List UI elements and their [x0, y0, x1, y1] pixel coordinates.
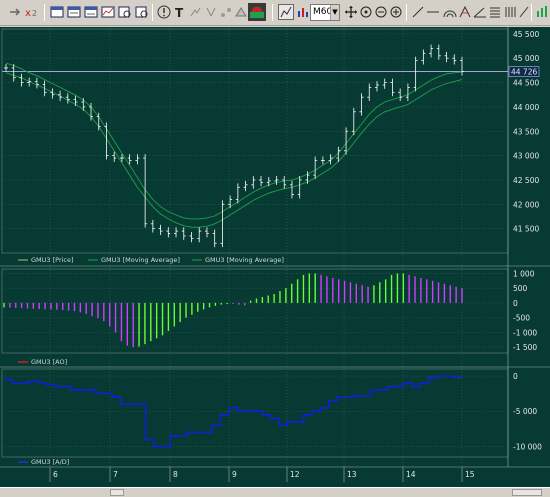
- tools-icon[interactable]: [218, 4, 234, 20]
- market-icon[interactable]: [248, 3, 266, 21]
- chevron-down-icon[interactable]: ▼: [330, 5, 339, 20]
- trading-terminal-window: x2 T M60 ▼ 45 500 45 000 44 500 44 000 4…: [0, 0, 550, 497]
- price-tick-label: 43 500: [513, 127, 539, 136]
- chart-icon[interactable]: [100, 4, 116, 20]
- chart-type-icon[interactable]: [278, 4, 294, 20]
- zoom-in-icon[interactable]: [388, 4, 404, 20]
- window-icon[interactable]: [66, 4, 82, 20]
- time-tick-label: 8: [173, 470, 178, 479]
- price-tick-label: 44 000: [513, 103, 539, 112]
- info-icon[interactable]: [156, 4, 172, 20]
- slash-icon[interactable]: [516, 4, 532, 20]
- tools-icon[interactable]: [233, 4, 249, 20]
- zoom-icon[interactable]: [134, 4, 150, 20]
- time-tick-label: 14: [406, 470, 416, 479]
- time-tick-label: 7: [113, 470, 118, 479]
- time-tick-label: 13: [347, 470, 357, 479]
- legend-price-label: GMU3 [Price]: [31, 256, 74, 264]
- window-icon[interactable]: [83, 4, 99, 20]
- panel-frame: [1, 368, 509, 458]
- ao-tick-label: 0: [513, 299, 518, 308]
- target-icon[interactable]: [358, 4, 374, 20]
- angle-icon[interactable]: [472, 4, 488, 20]
- horizontal-scrollbar[interactable]: [0, 487, 550, 497]
- time-tick-label: 9: [232, 470, 237, 479]
- hline-icon[interactable]: [425, 4, 441, 20]
- arrow-icon[interactable]: [8, 4, 24, 20]
- bar-chart-icon[interactable]: [295, 4, 311, 20]
- ad-tick-label: -5 000: [513, 407, 537, 416]
- legend-ad-label: GMU3 [A/D]: [31, 458, 69, 466]
- grid-icon[interactable]: [487, 4, 503, 20]
- ao-tick-label: 500: [513, 284, 528, 293]
- ao-tick-label: 1 000: [513, 269, 535, 278]
- window-icon[interactable]: [49, 4, 65, 20]
- tools-icon[interactable]: [188, 4, 204, 20]
- pause-icon[interactable]: [534, 4, 550, 20]
- last-price-label: 44 726: [511, 68, 537, 77]
- svg-text:2: 2: [32, 9, 37, 18]
- price-tick-label: 44 500: [513, 79, 539, 88]
- price-tick-label: 45 000: [513, 54, 539, 63]
- chart-toolbar: x2 T M60 ▼: [0, 0, 550, 26]
- timeframe-select[interactable]: M60 ▼: [310, 4, 340, 21]
- tools-icon[interactable]: [203, 4, 219, 20]
- zoom-out-icon[interactable]: [373, 4, 389, 20]
- legend-ma2-label: GMU3 [Moving Average]: [205, 256, 284, 264]
- zoom-icon[interactable]: [117, 4, 133, 20]
- cursor-icon[interactable]: x2: [24, 4, 40, 20]
- ao-tick-label: -1 000: [513, 328, 537, 337]
- scroll-thumb[interactable]: [110, 489, 124, 496]
- price-tick-label: 41 500: [513, 225, 539, 234]
- panel-frame: [1, 28, 509, 254]
- arc-icon[interactable]: [442, 4, 458, 20]
- moving-average-line: [5, 62, 463, 220]
- ao-tick-label: -500: [513, 314, 530, 323]
- line-icon[interactable]: [410, 4, 426, 20]
- price-tick-label: 45 500: [513, 30, 539, 39]
- ad-tick-label: 0: [513, 372, 518, 381]
- ad-tick-label: -10 000: [513, 442, 542, 451]
- legend-ao-label: GMU3 [AO]: [31, 358, 67, 366]
- chart-canvas[interactable]: 45 500 45 000 44 500 44 000 43 500 43 000 42 5…: [0, 27, 550, 487]
- scroll-thumb-right[interactable]: [512, 489, 542, 496]
- price-tick-label: 42 500: [513, 176, 539, 185]
- text-icon[interactable]: T: [172, 4, 188, 20]
- svg-text:T: T: [175, 6, 184, 20]
- price-tick-label: 42 000: [513, 200, 539, 209]
- chart-area[interactable]: 45 500 45 000 44 500 44 000 43 500 43 000 42 5…: [0, 27, 550, 487]
- price-tick-label: 43 000: [513, 152, 539, 161]
- legend-ma1-label: GMU3 [Moving Average]: [101, 256, 180, 264]
- time-tick-label: 6: [53, 470, 58, 479]
- time-tick-label: 12: [290, 470, 300, 479]
- fib-icon[interactable]: [457, 4, 473, 20]
- crosshair-icon[interactable]: [343, 4, 359, 20]
- svg-text:x: x: [25, 8, 31, 19]
- ao-tick-label: -1 500: [513, 343, 537, 352]
- time-tick-label: 15: [465, 470, 475, 479]
